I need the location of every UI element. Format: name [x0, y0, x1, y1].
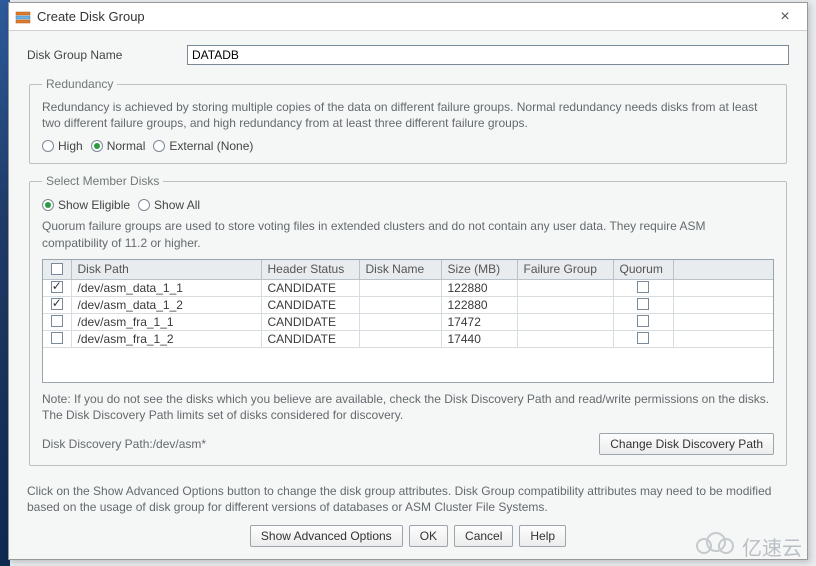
change-discovery-path-button[interactable]: Change Disk Discovery Path	[599, 433, 774, 455]
quorum-checkbox[interactable]	[637, 332, 649, 344]
cell-disk-name	[359, 313, 441, 330]
cell-size: 17472	[441, 313, 517, 330]
cell-failure-group	[517, 330, 613, 347]
cell-disk-path: /dev/asm_data_1_2	[71, 296, 261, 313]
cancel-button[interactable]: Cancel	[454, 525, 513, 547]
cell-failure-group	[517, 279, 613, 296]
quorum-checkbox[interactable]	[637, 315, 649, 327]
disks-table-container: Disk Path Header Status Disk Name Size (…	[42, 259, 774, 383]
cell-spacer	[673, 313, 773, 330]
radio-external-label: External (None)	[169, 139, 253, 153]
quorum-checkbox[interactable]	[637, 298, 649, 310]
header-header-status[interactable]: Header Status	[261, 260, 359, 280]
cell-header-status: CANDIDATE	[261, 330, 359, 347]
row-checkbox[interactable]	[51, 298, 63, 310]
cell-disk-name	[359, 296, 441, 313]
disk-group-name-label: Disk Group Name	[27, 48, 187, 62]
table-row[interactable]: /dev/asm_data_1_2CANDIDATE 122880	[43, 296, 773, 313]
radio-high-label: High	[58, 139, 83, 153]
footer-note: Click on the Show Advanced Options butto…	[9, 483, 807, 515]
cell-disk-path: /dev/asm_fra_1_1	[71, 313, 261, 330]
radio-icon	[91, 140, 103, 152]
radio-icon	[138, 199, 150, 211]
row-checkbox[interactable]	[51, 315, 63, 327]
radio-icon	[153, 140, 165, 152]
discovery-note: Note: If you do not see the disks which …	[42, 391, 774, 423]
help-button[interactable]: Help	[519, 525, 566, 547]
radio-icon	[42, 140, 54, 152]
member-disks-group: Select Member Disks Show Eligible Show A…	[29, 174, 787, 466]
row-checkbox[interactable]	[51, 332, 63, 344]
show-advanced-options-button[interactable]: Show Advanced Options	[250, 525, 403, 547]
discovery-path-label: Disk Discovery Path:	[42, 437, 153, 451]
header-size[interactable]: Size (MB)	[441, 260, 517, 280]
ok-button[interactable]: OK	[409, 525, 448, 547]
disk-group-name-input[interactable]	[187, 45, 789, 65]
radio-show-all[interactable]: Show All	[138, 198, 200, 212]
table-row[interactable]: /dev/asm_fra_1_2CANDIDATE 17440	[43, 330, 773, 347]
checkbox-icon	[51, 263, 63, 275]
radio-normal-label: Normal	[107, 139, 146, 153]
cell-disk-path: /dev/asm_fra_1_2	[71, 330, 261, 347]
cell-disk-name	[359, 279, 441, 296]
header-failure-group[interactable]: Failure Group	[517, 260, 613, 280]
table-row[interactable]: /dev/asm_fra_1_1CANDIDATE 17472	[43, 313, 773, 330]
cell-spacer	[673, 279, 773, 296]
cell-failure-group	[517, 296, 613, 313]
radio-show-eligible-label: Show Eligible	[58, 198, 130, 212]
cell-failure-group	[517, 313, 613, 330]
button-bar: Show Advanced Options OK Cancel Help	[9, 515, 807, 559]
header-quorum[interactable]: Quorum	[613, 260, 673, 280]
header-select-all[interactable]	[43, 260, 71, 280]
close-icon: ×	[780, 8, 789, 26]
cell-disk-path: /dev/asm_data_1_1	[71, 279, 261, 296]
cell-header-status: CANDIDATE	[261, 279, 359, 296]
window-title: Create Disk Group	[37, 9, 769, 24]
discovery-path-text: Disk Discovery Path:/dev/asm*	[42, 437, 599, 451]
table-header-row: Disk Path Header Status Disk Name Size (…	[43, 260, 773, 280]
cell-header-status: CANDIDATE	[261, 296, 359, 313]
table-row[interactable]: /dev/asm_data_1_1CANDIDATE 122880	[43, 279, 773, 296]
disks-table: Disk Path Header Status Disk Name Size (…	[43, 260, 773, 348]
redundancy-description: Redundancy is achieved by storing multip…	[42, 99, 774, 131]
radio-icon	[42, 199, 54, 211]
disk-group-name-row: Disk Group Name	[27, 45, 789, 65]
radio-normal[interactable]: Normal	[91, 139, 146, 153]
close-button[interactable]: ×	[769, 7, 801, 27]
radio-external[interactable]: External (None)	[153, 139, 253, 153]
cell-size: 122880	[441, 296, 517, 313]
discovery-path-value: /dev/asm*	[153, 437, 206, 451]
header-disk-name[interactable]: Disk Name	[359, 260, 441, 280]
radio-high[interactable]: High	[42, 139, 83, 153]
cell-size: 122880	[441, 279, 517, 296]
quorum-checkbox[interactable]	[637, 281, 649, 293]
redundancy-group: Redundancy Redundancy is achieved by sto…	[29, 77, 787, 164]
cell-disk-name	[359, 330, 441, 347]
radio-show-all-label: Show All	[154, 198, 200, 212]
cell-size: 17440	[441, 330, 517, 347]
radio-show-eligible[interactable]: Show Eligible	[42, 198, 130, 212]
header-disk-path[interactable]: Disk Path	[71, 260, 261, 280]
app-icon	[15, 9, 31, 25]
cell-header-status: CANDIDATE	[261, 313, 359, 330]
create-disk-group-dialog: Create Disk Group × Disk Group Name Redu…	[8, 2, 808, 560]
titlebar: Create Disk Group ×	[9, 3, 807, 31]
quorum-note: Quorum failure groups are used to store …	[42, 218, 774, 250]
cell-spacer	[673, 330, 773, 347]
cell-spacer	[673, 296, 773, 313]
member-disks-legend: Select Member Disks	[42, 174, 163, 188]
redundancy-legend: Redundancy	[42, 77, 117, 91]
header-spacer	[673, 260, 773, 280]
row-checkbox[interactable]	[51, 281, 63, 293]
